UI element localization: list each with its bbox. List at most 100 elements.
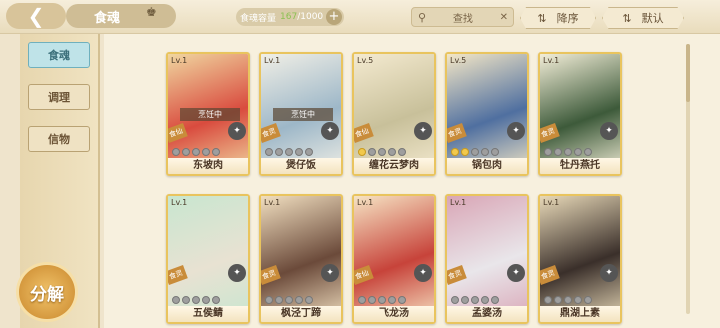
star-pips (172, 148, 220, 156)
star-pip (202, 148, 210, 156)
card-name: 孟婆汤 (447, 306, 527, 322)
top-bar: ❮ 食魂 ♚ 食魂容量 167 /1000 + ⚲ 查找 ✕ ⇅ 降序 ⇅ 默认 (0, 0, 720, 34)
card-name: 牡丹燕托 (540, 158, 620, 174)
tab-cooking[interactable]: 调理 (28, 84, 90, 110)
food-soul-card[interactable]: Lv.1 食灵 ✦ 牡丹燕托 (538, 52, 622, 176)
star-pip (554, 148, 562, 156)
star-pip (574, 296, 582, 304)
back-icon: ❮ (27, 4, 45, 28)
card-level: Lv.5 (450, 56, 467, 65)
star-pip (398, 148, 406, 156)
star-pip (398, 296, 406, 304)
card-name: 五侯鲭 (168, 306, 248, 322)
star-pip (172, 148, 180, 156)
star-pip (212, 296, 220, 304)
star-pip (192, 296, 200, 304)
card-name: 枫泾丁蹄 (261, 306, 341, 322)
capacity-total: /1000 (297, 12, 324, 22)
star-pip (471, 148, 479, 156)
star-pip (388, 148, 396, 156)
food-soul-card[interactable]: Lv.1 食灵 ✦ 枫泾丁蹄 (259, 194, 343, 324)
star-pip (285, 148, 293, 156)
sort-order-button[interactable]: ⇅ 降序 (520, 7, 596, 29)
food-soul-card[interactable]: Lv.5 食灵 ✦ 锅包肉 (445, 52, 529, 176)
star-pip (368, 296, 376, 304)
search-field[interactable]: ⚲ 查找 ✕ (411, 7, 514, 27)
star-pips (265, 296, 313, 304)
star-pip (388, 296, 396, 304)
star-icon: ✦ (228, 264, 246, 282)
star-pip (202, 296, 210, 304)
food-soul-card[interactable]: Lv.1 烹饪中 食仙 ✦ 东坡肉 (166, 52, 250, 176)
character-portrait (447, 54, 527, 174)
star-pip (584, 296, 592, 304)
card-name: 煲仔饭 (261, 158, 341, 174)
star-pip (212, 148, 220, 156)
star-pip (358, 148, 366, 156)
star-pip (544, 296, 552, 304)
star-pip (491, 148, 499, 156)
food-soul-card[interactable]: Lv.1 食仙 ✦ 飞龙汤 (352, 194, 436, 324)
tab-label: 信物 (48, 133, 70, 146)
capacity-label: 食魂容量 (240, 13, 277, 24)
card-level: Lv.1 (450, 198, 467, 207)
star-icon: ✦ (600, 264, 618, 282)
star-pip (192, 148, 200, 156)
card-level: Lv.1 (357, 198, 374, 207)
food-soul-card[interactable]: Lv.5 食仙 ✦ 缠花云梦肉 (352, 52, 436, 176)
star-pips (544, 296, 592, 304)
clear-icon[interactable]: ✕ (500, 12, 508, 23)
tab-food-soul[interactable]: 食魂 (28, 42, 90, 68)
star-pip (564, 296, 572, 304)
star-pip (275, 296, 283, 304)
star-pip (182, 148, 190, 156)
star-pips (265, 148, 313, 156)
star-pip (295, 148, 303, 156)
tab-label: 调理 (48, 91, 70, 104)
star-pip (378, 296, 386, 304)
star-icon: ✦ (507, 122, 525, 140)
food-soul-card[interactable]: Lv.1 烹饪中 食灵 ✦ 煲仔饭 (259, 52, 343, 176)
card-level: Lv.5 (357, 56, 374, 65)
tab-label: 食魂 (48, 49, 70, 62)
food-soul-card[interactable]: Lv.1 食灵 ✦ 鼎湖上素 (538, 194, 622, 324)
star-pips (451, 296, 499, 304)
star-icon: ✦ (507, 264, 525, 282)
star-pip (285, 296, 293, 304)
star-pips (172, 296, 220, 304)
food-soul-card[interactable]: Lv.1 食灵 ✦ 五侯鲭 (166, 194, 250, 324)
decompose-button[interactable]: 分解 (16, 262, 78, 322)
tab-token[interactable]: 信物 (28, 126, 90, 152)
star-pip (305, 296, 313, 304)
back-button[interactable]: ❮ (6, 3, 66, 29)
sort-order-icon: ⇅ (537, 11, 547, 25)
character-portrait (354, 54, 434, 174)
star-icon: ✦ (600, 122, 618, 140)
star-pip (451, 296, 459, 304)
sort-order-label: 降序 (556, 12, 579, 25)
sort-mode-button[interactable]: ⇅ 默认 (602, 7, 684, 29)
scrollbar-thumb[interactable] (686, 44, 690, 102)
star-pips (544, 148, 592, 156)
star-icon: ✦ (228, 122, 246, 140)
star-pip (461, 296, 469, 304)
star-pip (451, 148, 459, 156)
card-name: 东坡肉 (168, 158, 248, 174)
star-pips (358, 148, 406, 156)
star-pip (461, 148, 469, 156)
food-soul-card[interactable]: Lv.1 食灵 ✦ 孟婆汤 (445, 194, 529, 324)
capacity-display: 食魂容量 167 /1000 + (236, 8, 344, 26)
search-label: 查找 (452, 13, 473, 25)
star-pip (584, 148, 592, 156)
card-name: 飞龙汤 (354, 306, 434, 322)
card-level: Lv.1 (171, 56, 188, 65)
star-pip (368, 148, 376, 156)
star-pip (471, 296, 479, 304)
card-name: 锅包肉 (447, 158, 527, 174)
card-level: Lv.1 (171, 198, 188, 207)
star-pip (378, 148, 386, 156)
sort-mode-label: 默认 (641, 12, 664, 25)
star-pip (574, 148, 582, 156)
add-capacity-button[interactable]: + (326, 9, 342, 25)
cooking-status: 烹饪中 (180, 108, 240, 121)
